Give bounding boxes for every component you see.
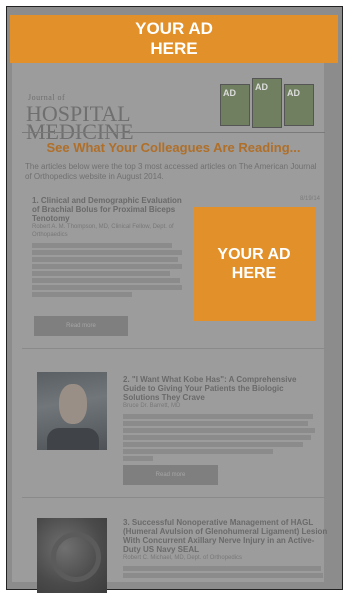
- article-1-excerpt: [32, 243, 182, 297]
- journal-covers: AD AD AD: [218, 76, 318, 128]
- cover-3-label: AD: [287, 88, 300, 98]
- cover-1-label: AD: [223, 88, 236, 98]
- top-ad-line2: HERE: [150, 39, 198, 58]
- article-1-read-button[interactable]: Read more: [34, 316, 128, 336]
- article-separator: [22, 348, 325, 349]
- article-3-title[interactable]: 3. Successful Nonoperative Management of…: [123, 518, 328, 554]
- article-3: 3. Successful Nonoperative Management of…: [123, 518, 328, 580]
- article-3-meta: Robert C. Michael, MD, Dept. of Orthoped…: [123, 555, 243, 561]
- cover-3: AD: [284, 84, 314, 126]
- top-ad-line1: YOUR AD: [135, 19, 213, 38]
- cover-2-label: AD: [255, 82, 268, 92]
- article-2-excerpt: [123, 414, 318, 461]
- side-ad-line2: HERE: [231, 265, 277, 282]
- article-1: 1. Clinical and Demographic Evaluation o…: [32, 196, 182, 299]
- article-1-title[interactable]: 1. Clinical and Demographic Evaluation o…: [32, 196, 182, 223]
- article-2: 2. "I Want What Kobe Has": A Comprehensi…: [123, 375, 318, 463]
- article-2-read-button[interactable]: Read more: [123, 465, 218, 485]
- article-1-date: 8/19/14: [300, 196, 321, 202]
- article-1-meta: Robert A. M. Thompson, MD, Clinical Fell…: [32, 224, 174, 238]
- article-2-meta: Bruce Dr. Barrett, MD: [123, 403, 181, 409]
- top-ad-banner[interactable]: YOUR AD HERE: [10, 15, 338, 63]
- author-photo: [37, 372, 107, 450]
- article-photo: [37, 518, 107, 593]
- article-3-excerpt: [123, 566, 328, 578]
- header-divider: [22, 132, 325, 133]
- cover-1: AD: [220, 84, 250, 126]
- intro-text: The articles below were the top 3 most a…: [25, 162, 317, 181]
- side-ad-line1: YOUR AD: [217, 246, 291, 263]
- article-separator: [22, 497, 325, 498]
- article-2-title[interactable]: 2. "I Want What Kobe Has": A Comprehensi…: [123, 375, 318, 402]
- side-ad-box[interactable]: YOUR AD HERE: [193, 207, 315, 321]
- page-headline: See What Your Colleagues Are Reading...: [46, 140, 301, 155]
- cover-2: AD: [252, 78, 282, 128]
